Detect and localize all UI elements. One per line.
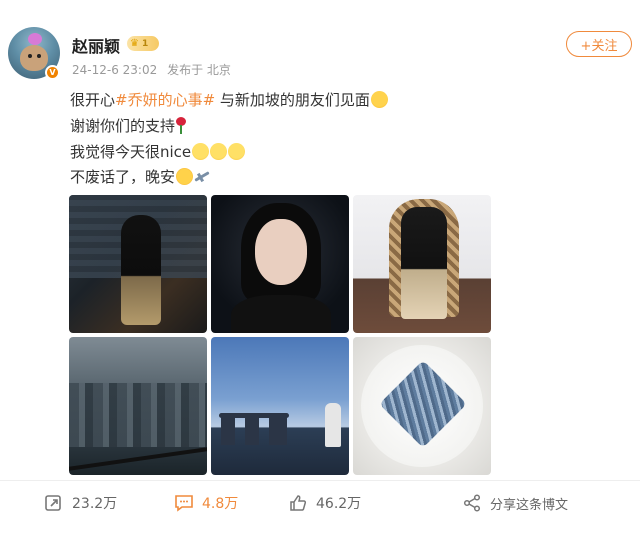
follow-button[interactable]: +关注 <box>566 31 632 57</box>
username[interactable]: 赵丽颖 <box>72 33 120 57</box>
repost-icon <box>44 493 64 513</box>
photo-figure <box>401 207 447 319</box>
post-timestamp[interactable]: 24-12-6 23:02 <box>72 63 157 77</box>
smile-emoji-icon <box>192 143 210 160</box>
comment-count: 4.8万 <box>202 496 239 512</box>
share-label: 分享这条博文 <box>490 497 569 513</box>
verified-badge-icon: V <box>45 65 60 80</box>
post-meta: 24-12-6 23:02 发布于 北京 <box>72 61 231 78</box>
photo-staircase-black-dress[interactable] <box>69 195 207 333</box>
post-location: 发布于 北京 <box>167 63 231 77</box>
post-text-line-3: 我觉得今天很nice <box>70 141 246 162</box>
photo-portrait-closeup[interactable] <box>211 195 349 333</box>
avatar-eye-left <box>28 54 32 58</box>
photo-merlion <box>325 403 341 447</box>
member-level-number: 1 <box>141 38 149 49</box>
photo-body <box>231 295 331 333</box>
repost-button[interactable]: 23.2万 <box>44 493 117 513</box>
comment-icon <box>174 493 194 513</box>
photo-marina-bay-sands[interactable] <box>211 337 349 475</box>
crown-icon: ♛ <box>130 38 139 49</box>
share-button[interactable]: 分享这条博文 <box>462 493 568 513</box>
comment-button[interactable]: 4.8万 <box>174 493 238 513</box>
post-text-goodnight: 不废话了，晚安 <box>70 168 176 186</box>
like-icon <box>288 493 308 513</box>
hashtag-link[interactable]: #乔妍的心事# <box>115 91 215 109</box>
footer-divider <box>0 480 640 481</box>
post-text-prefix: 很开心 <box>70 91 116 109</box>
smile-emoji-icon <box>228 143 246 160</box>
post-text-thanks: 谢谢你们的支持 <box>70 117 176 135</box>
post-text-line-2: 谢谢你们的支持 <box>70 115 187 136</box>
photo-skyline <box>69 383 207 447</box>
rose-emoji-icon <box>175 117 187 134</box>
photo-figure <box>121 215 161 325</box>
blush-emoji-icon <box>370 91 388 108</box>
smile-emoji-icon <box>210 143 228 160</box>
photo-railing <box>69 447 207 471</box>
post-text-line-4: 不废话了，晚安 <box>70 166 211 187</box>
photo-window-city-view[interactable] <box>69 337 207 475</box>
photo-face <box>255 219 307 285</box>
like-count: 46.2万 <box>316 496 362 512</box>
like-button[interactable]: 46.2万 <box>288 493 361 513</box>
photo-seated-chair[interactable] <box>353 195 491 333</box>
post-text-suffix: 与新加坡的朋友们见面 <box>215 91 370 109</box>
repost-count: 23.2万 <box>72 496 118 512</box>
share-icon <box>462 493 482 513</box>
post-text-nice: 我觉得今天很nice <box>70 143 192 161</box>
photo-towers <box>221 417 287 445</box>
member-level-badge[interactable]: ♛ 1 <box>127 36 159 51</box>
photo-blue-cake-on-plate[interactable] <box>353 337 491 475</box>
avatar-eye-right <box>37 54 41 58</box>
avatar-face <box>20 45 48 71</box>
weibo-post-card: V 赵丽颖 ♛ 1 24-12-6 23:02 发布于 北京 +关注 很开心#乔… <box>0 0 640 536</box>
flower-decoration <box>28 33 42 45</box>
post-text-line-1: 很开心#乔妍的心事# 与新加坡的朋友们见面 <box>70 89 388 110</box>
airplane-emoji-icon <box>193 168 211 185</box>
party-emoji-icon <box>176 168 194 185</box>
